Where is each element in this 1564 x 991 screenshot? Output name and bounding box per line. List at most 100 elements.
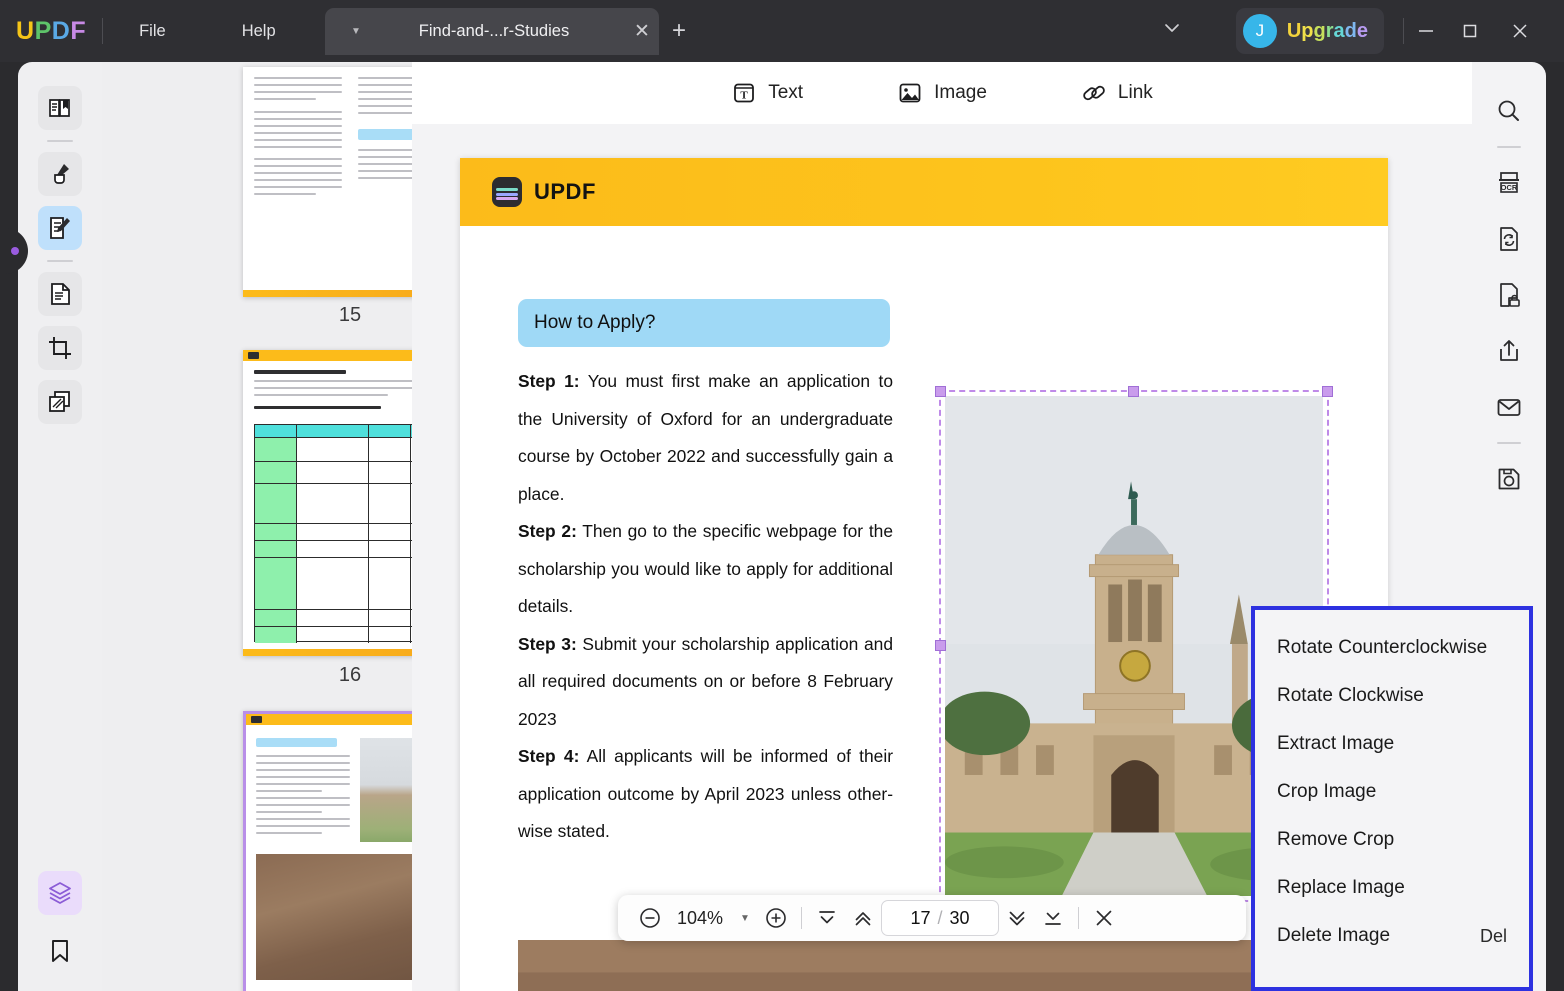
search-icon [1495,97,1523,125]
highlighter-icon [47,161,73,187]
thumbnail-page-17[interactable] [243,711,412,991]
current-page-value: 17 [910,908,930,929]
toolbar-divider-2 [1078,907,1079,929]
tool-text[interactable]: T Text [723,75,811,111]
layers-panel-toggle[interactable] [38,871,82,915]
thumb-footer-bar-16 [243,649,412,656]
resize-handle-middle-left[interactable] [935,640,946,651]
first-page-icon[interactable] [809,900,845,936]
pdf-brand-label: UPDF [534,179,596,205]
left-tool-rail [18,62,102,991]
reader-tool[interactable] [38,86,82,130]
thumbnail-label-16: 16 [243,664,412,687]
ctx-crop-image[interactable]: Crop Image [1255,768,1529,816]
bookmark-toggle[interactable] [38,929,82,973]
ctx-extract-image[interactable]: Extract Image [1255,720,1529,768]
new-tab-button[interactable]: + [663,16,695,48]
thumbnail-label-15: 15 [243,304,412,327]
resize-handle-top-right[interactable] [1322,386,1333,397]
image-context-menu[interactable]: Rotate Counterclockwise Rotate Clockwise… [1251,606,1533,991]
zoom-in-icon[interactable] [758,900,794,936]
zoom-level-value[interactable]: 104% [668,908,732,929]
ctx-crop-image-label: Crop Image [1277,781,1376,803]
ocr-tool[interactable]: OCR [1488,162,1530,204]
crop-page-tool[interactable] [38,326,82,370]
tool-link[interactable]: Link [1073,75,1161,111]
ctx-rotate-clockwise[interactable]: Rotate Clockwise [1255,672,1529,720]
ctx-rotate-counterclockwise[interactable]: Rotate Counterclockwise [1255,624,1529,672]
edit-pdf-tool[interactable] [38,206,82,250]
logo-letter-u: U [16,17,35,46]
titlebar-divider [102,18,103,44]
upgrade-button[interactable]: J Upgrade [1236,8,1384,54]
zoom-out-icon[interactable] [632,900,668,936]
batch-tool[interactable] [38,380,82,424]
handle-dot-marker [11,247,19,255]
ctx-remove-crop-label: Remove Crop [1277,829,1394,851]
comment-tool[interactable] [38,152,82,196]
page-number-input[interactable]: 17 / 30 [881,900,999,936]
ctx-delete-image-shortcut: Del [1480,926,1507,947]
search-tool[interactable] [1488,90,1530,132]
thumb-footer-bar [243,290,412,297]
share-tool[interactable] [1488,330,1530,372]
last-page-icon[interactable] [1035,900,1071,936]
tool-image[interactable]: Image [889,75,995,111]
ctx-replace-image-label: Replace Image [1277,877,1405,899]
toolbar-divider-1 [801,907,802,929]
save-disk-icon [1495,465,1523,493]
rail-divider [47,140,73,142]
minimize-icon[interactable] [1404,10,1448,52]
menu-help[interactable]: Help [222,14,296,49]
window-close-icon[interactable] [1498,10,1542,52]
ctx-delete-image-label: Delete Image [1277,925,1390,947]
next-page-icon[interactable] [999,900,1035,936]
close-page-toolbar-icon[interactable] [1086,900,1122,936]
step-2-label: Step 2: [518,521,577,541]
zoom-dropdown-caret-icon[interactable]: ▼ [732,913,758,924]
text-box-icon: T [731,80,757,106]
ctx-rotate-clockwise-label: Rotate Clockwise [1277,685,1424,707]
thumb-students-photo [256,854,412,980]
thumbnail-page-16[interactable] [243,350,412,656]
ctx-delete-image[interactable]: Delete Image Del [1255,912,1529,960]
students-study-group-photo[interactable] [518,940,1329,991]
page-organize-icon [47,281,73,307]
edit-document-icon [47,215,73,241]
lock-document-icon [1495,281,1523,309]
menu-file[interactable]: File [119,14,186,49]
svg-text:OCR: OCR [1501,183,1518,192]
document-tab[interactable]: ▼ Find-and-...r-Studies ✕ [325,8,659,55]
step-3-paragraph: Step 3: Submit your scholarship applicat… [518,626,893,739]
ctx-replace-image[interactable]: Replace Image [1255,864,1529,912]
previous-page-icon[interactable] [845,900,881,936]
ctx-remove-crop[interactable]: Remove Crop [1255,816,1529,864]
logo-letter-p: P [35,17,52,46]
resize-handle-top-left[interactable] [935,386,946,397]
pdf-page: UPDF How to Apply? Step 1: You must firs… [460,158,1388,991]
tabs-overflow-chevron-icon[interactable] [1160,16,1194,48]
thumbnail-page-17-content [246,714,412,991]
protect-tool[interactable] [1488,274,1530,316]
logo-letter-d: D [52,17,71,46]
tool-link-label: Link [1118,82,1153,104]
logo-letter-f: F [70,17,86,46]
step-4-paragraph: Step 4: All applicants will be informed … [518,738,893,851]
page-thumbnail-panel[interactable]: 15 [102,62,412,991]
thumb-oxford-photo [360,738,412,842]
ocr-icon: OCR [1495,169,1523,197]
svg-text:T: T [741,90,749,102]
thumbnail-page-15[interactable] [243,67,412,297]
page-navigation-toolbar: 104% ▼ 17 / 30 [618,895,1246,941]
pdf-page-header: UPDF [460,158,1388,226]
convert-tool[interactable] [1488,218,1530,260]
tab-close-icon[interactable]: ✕ [625,20,659,43]
edit-toolbar: T Text Image Link [412,62,1472,124]
email-tool[interactable] [1488,386,1530,428]
document-body-text: Step 1: You must first make an applicati… [518,363,893,851]
organize-pages-tool[interactable] [38,272,82,316]
resize-handle-top-center[interactable] [1128,386,1139,397]
save-tool[interactable] [1488,458,1530,500]
maximize-icon[interactable] [1448,10,1492,52]
batch-pages-icon [47,389,73,415]
